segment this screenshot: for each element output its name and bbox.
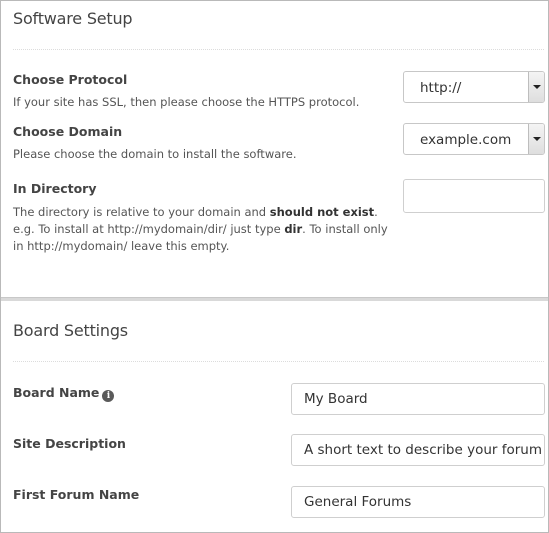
domain-select[interactable]: example.com <box>403 123 545 155</box>
protocol-select-value: http:// <box>420 80 462 96</box>
site-description-input[interactable]: A short text to describe your forum <box>291 434 545 466</box>
section-rule <box>13 49 544 50</box>
board-name-label-text: Board Name <box>13 385 100 400</box>
chevron-down-icon <box>533 137 541 141</box>
board-settings-title: Board Settings <box>13 321 128 340</box>
in-directory-help-emphasis: dir <box>284 222 303 236</box>
protocol-dropdown-button[interactable] <box>528 72 544 102</box>
board-name-input[interactable]: My Board <box>291 383 545 415</box>
choose-protocol-label: Choose Protocol <box>13 72 128 87</box>
chevron-down-icon <box>533 85 541 89</box>
software-setup-title: Software Setup <box>13 9 133 28</box>
install-form: Software Setup Choose Protocol If your s… <box>0 0 549 533</box>
board-name-label: Board Name i <box>13 385 115 402</box>
in-directory-help-text: The directory is relative to your domain… <box>13 205 270 219</box>
choose-domain-help: Please choose the domain to install the … <box>13 147 297 161</box>
site-description-label: Site Description <box>13 436 126 451</box>
domain-dropdown-button[interactable] <box>528 124 544 154</box>
domain-select-value: example.com <box>420 132 512 148</box>
in-directory-label: In Directory <box>13 181 97 196</box>
protocol-select[interactable]: http:// <box>403 71 545 103</box>
section-rule <box>13 361 544 362</box>
first-forum-name-input[interactable]: General Forums <box>291 486 545 518</box>
choose-protocol-help: If your site has SSL, then please choose… <box>13 95 360 109</box>
info-icon[interactable]: i <box>102 390 115 402</box>
section-divider <box>1 297 548 301</box>
in-directory-help: The directory is relative to your domain… <box>13 204 399 255</box>
first-forum-name-label: First Forum Name <box>13 487 140 502</box>
choose-domain-label: Choose Domain <box>13 124 123 139</box>
directory-input[interactable] <box>403 179 545 213</box>
in-directory-help-emphasis: should not exist <box>269 205 375 219</box>
